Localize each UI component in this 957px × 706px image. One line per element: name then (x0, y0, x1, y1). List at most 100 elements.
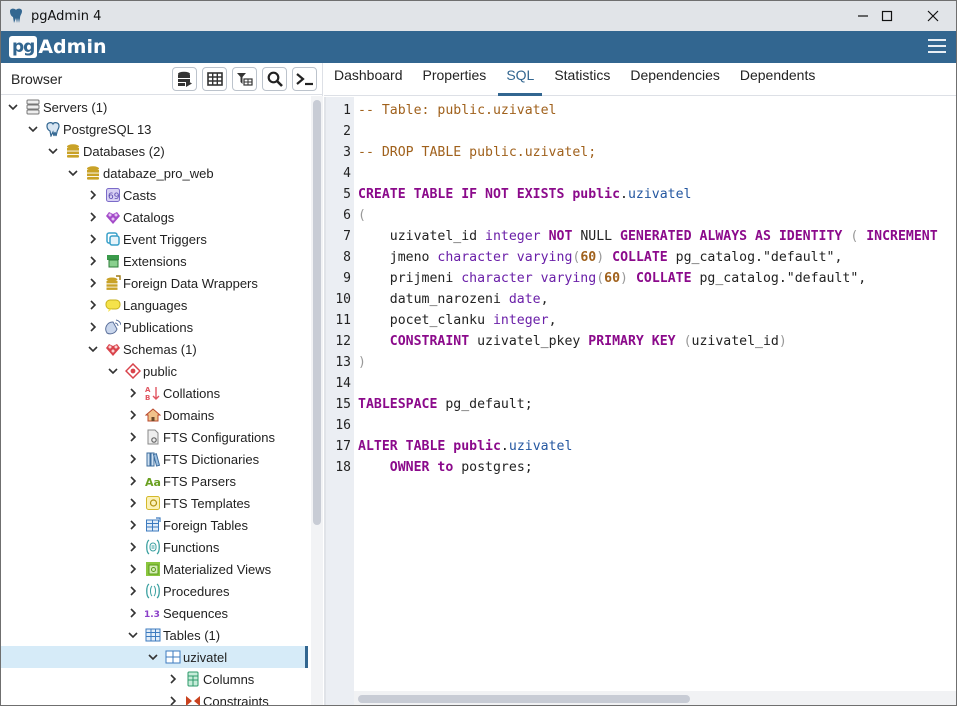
tree-toggle[interactable] (87, 211, 99, 223)
tree-toggle[interactable] (127, 563, 139, 575)
tree-toggle[interactable] (107, 365, 119, 377)
tree-node-icon (105, 253, 121, 269)
tree-node[interactable]: A B Collations (1, 382, 308, 404)
tree-node[interactable]: PostgreSQL 13 (1, 118, 308, 140)
tab-sql[interactable]: SQL (496, 62, 544, 96)
tree-toggle[interactable] (87, 343, 99, 355)
code-token-kw: OWNER to (389, 460, 454, 475)
catalogs-icon (106, 212, 120, 224)
tree-toggle[interactable] (127, 585, 139, 597)
chevron-right-icon (130, 520, 137, 530)
tree-toggle[interactable] (127, 519, 139, 531)
tree-toggle[interactable] (127, 607, 139, 619)
tree-toggle[interactable] (27, 123, 39, 135)
tree-toggle[interactable] (167, 673, 179, 685)
tree-node[interactable]: public (1, 360, 308, 382)
tab-dashboard[interactable]: Dashboard (324, 62, 413, 95)
sql-code[interactable]: -- Table: public.uzivatel -- DROP TABLE p… (358, 97, 956, 687)
tree-node-label: Columns (203, 671, 255, 687)
tree-node[interactable]: Databases (2) (1, 140, 308, 162)
sql-editor[interactable]: 1 2 3 4 5 6 7 8 9 10 11 12 13 14 15 16 17 18 -- Table: pu… (324, 97, 956, 705)
close-button[interactable] (910, 1, 956, 31)
menu-button[interactable] (928, 39, 946, 55)
tree-node[interactable]: uzivatel (1, 646, 308, 668)
tree-toggle[interactable] (87, 189, 99, 201)
chevron-right-icon (90, 256, 97, 266)
tree-toggle[interactable] (127, 387, 139, 399)
view-data-button[interactable] (202, 66, 227, 91)
tree-toggle[interactable] (127, 475, 139, 487)
tree-toggle[interactable] (127, 541, 139, 553)
tree-toggle[interactable] (127, 453, 139, 465)
tree-node[interactable]: Procedures (1, 580, 308, 602)
tree-node[interactable]: FTS Templates (1, 492, 308, 514)
line-number: 12 (335, 334, 351, 349)
search-objects-button[interactable] (262, 66, 287, 91)
tree-node[interactable]: Schemas (1) (1, 338, 308, 360)
chevron-right-icon (130, 586, 137, 596)
code-token-plain: postgres; (453, 460, 533, 475)
tree-node[interactable]: 69 Casts (1, 184, 308, 206)
tree-node[interactable]: Publications (1, 316, 308, 338)
tree-node[interactable]: Functions (1, 536, 308, 558)
tree-toggle[interactable] (47, 145, 59, 157)
psql-tool-button[interactable] (292, 66, 317, 91)
chevron-right-icon (130, 432, 137, 442)
tree-toggle[interactable] (167, 695, 179, 705)
tree-node-icon (85, 165, 101, 181)
maximize-button[interactable] (864, 1, 910, 31)
line-number: 14 (335, 376, 351, 391)
tree-toggle[interactable] (7, 101, 19, 113)
tree-node-label: Constraints (203, 693, 269, 706)
elephant-icon (10, 8, 22, 23)
tree-scrollbar-thumb[interactable] (313, 100, 321, 525)
materialized-views-icon (146, 562, 160, 576)
tree-node[interactable]: Foreign Data Wrappers (1, 272, 308, 294)
editor-horizontal-scrollbar[interactable] (354, 691, 956, 705)
tree-node[interactable]: FTS Configurations (1, 426, 308, 448)
tab-dependents[interactable]: Dependents (730, 62, 826, 95)
tree-toggle[interactable] (127, 629, 139, 641)
tree-node[interactable]: Extensions (1, 250, 308, 272)
tree-toggle[interactable] (147, 651, 159, 663)
tree-node[interactable]: Columns (1, 668, 308, 690)
tree-node[interactable]: Catalogs (1, 206, 308, 228)
terminal-icon (295, 72, 313, 85)
tree-node[interactable]: Domains (1, 404, 308, 426)
tree-toggle[interactable] (87, 233, 99, 245)
tree-toggle[interactable] (127, 409, 139, 421)
tree-node[interactable]: Constraints (1, 690, 308, 706)
code-token-plain: pg_catalog."default", (691, 271, 867, 286)
tab-properties[interactable]: Properties (413, 62, 497, 95)
query-tool-button[interactable] (172, 66, 197, 91)
tree-node[interactable]: Foreign Tables (1, 514, 308, 536)
line-number: 6 (343, 208, 351, 223)
tree-toggle[interactable] (87, 277, 99, 289)
tree-node[interactable]: Servers (1) (1, 96, 308, 118)
tree-node-label: uzivatel (183, 649, 228, 665)
tree-toggle[interactable] (127, 497, 139, 509)
editor-scrollbar-thumb[interactable] (358, 695, 690, 703)
tree-toggle[interactable] (67, 167, 79, 179)
tree-toggle[interactable] (87, 255, 99, 267)
tree-node[interactable]: Aa FTS Parsers (1, 470, 308, 492)
tree-node[interactable]: 1.3 Sequences (1, 602, 308, 624)
tree-node[interactable]: Event Triggers (1, 228, 308, 250)
tab-statistics[interactable]: Statistics (544, 62, 620, 95)
maximize-icon (881, 10, 893, 22)
tree-scrollbar[interactable] (311, 96, 323, 705)
tree-node[interactable]: Materialized Views (1, 558, 308, 580)
logo-admin: Admin (38, 36, 107, 58)
tab-dependencies[interactable]: Dependencies (620, 62, 730, 95)
code-token-paren: ) (778, 334, 787, 349)
filtered-rows-button[interactable] (232, 66, 257, 91)
hamburger-line (928, 51, 946, 53)
tree-node[interactable]: Tables (1) (1, 624, 308, 646)
tree-toggle[interactable] (87, 321, 99, 333)
tree-toggle[interactable] (127, 431, 139, 443)
tree-node[interactable]: databaze_pro_web (1, 162, 308, 184)
database-play-icon (177, 71, 192, 87)
tree-node[interactable]: Languages (1, 294, 308, 316)
tree-node[interactable]: FTS Dictionaries (1, 448, 308, 470)
tree-toggle[interactable] (87, 299, 99, 311)
